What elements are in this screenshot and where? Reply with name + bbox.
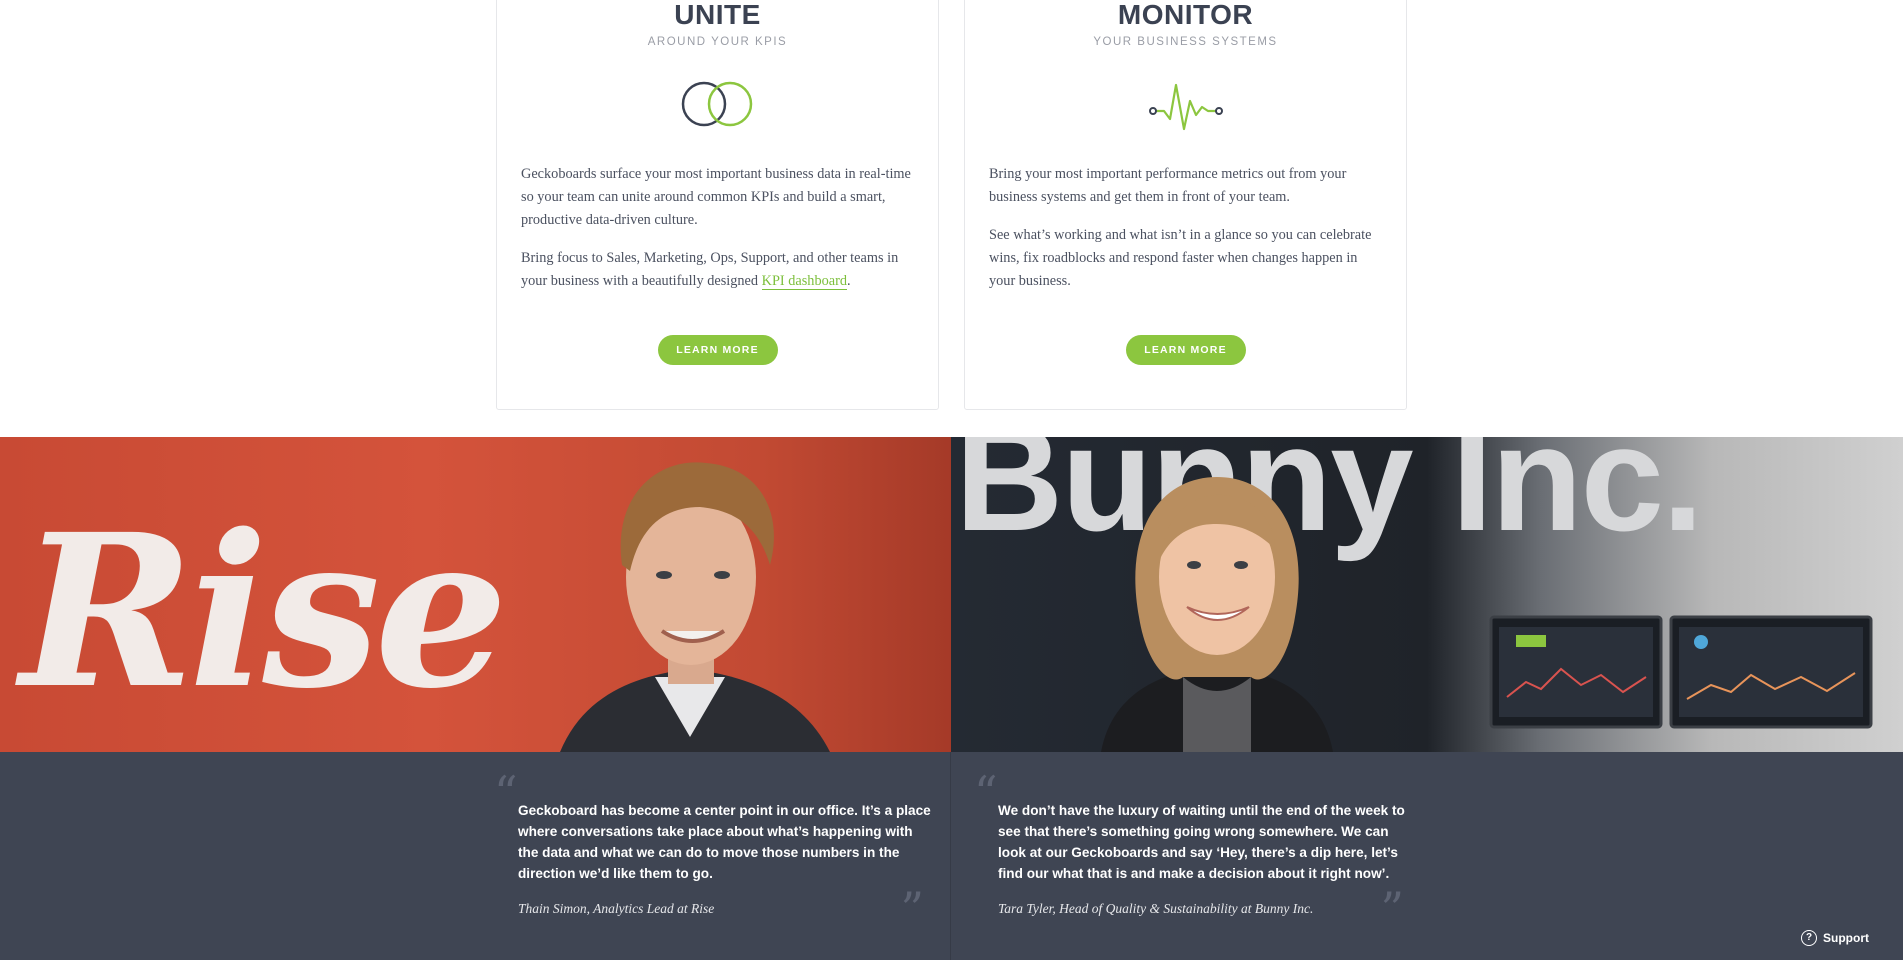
testimonial-divider — [950, 752, 951, 960]
card-subtitle: AROUND YOUR KPIS — [647, 36, 788, 48]
card-paragraph: Bring focus to Sales, Marketing, Ops, Su… — [521, 250, 899, 290]
close-quote-icon: ” — [1380, 882, 1404, 936]
photo-bunny-office: Bunny Inc. — [951, 437, 1903, 752]
linked-circles-icon — [681, 81, 752, 127]
close-quote-icon: ” — [900, 882, 924, 936]
person-photo — [560, 462, 830, 752]
testimonials-section: “ Geckoboard has become a center point i… — [0, 752, 1903, 960]
card-title: MONITOR — [1117, 0, 1254, 30]
card-paragraph: Bring your most important performance me… — [989, 166, 1347, 205]
card-paragraph: See what’s working and what isn’t in a g… — [989, 227, 1372, 289]
feature-card-unite: UNITE AROUND YOUR KPIS Geckoboards surfa… — [496, 0, 939, 410]
card-body: Bring your most important performance me… — [989, 163, 1384, 308]
testimonial-author: Tara Tyler, Head of Quality & Sustainabi… — [998, 901, 1314, 916]
open-quote-icon: “ — [494, 766, 518, 820]
support-label: Support — [1823, 931, 1869, 945]
person-photo — [1101, 477, 1873, 752]
support-button[interactable]: ? Support — [1801, 930, 1869, 946]
card-paragraph: Geckoboards surface your most important … — [521, 166, 911, 228]
feature-card-monitor: MONITOR YOUR BUSINESS SYSTEMS Bring your… — [964, 0, 1407, 410]
heartbeat-pulse-icon — [1148, 83, 1223, 131]
card-title: UNITE — [674, 0, 761, 30]
card-body: Geckoboards surface your most important … — [521, 163, 916, 308]
learn-more-button[interactable]: LEARN MORE — [657, 335, 778, 365]
question-circle-icon: ? — [1801, 930, 1817, 946]
learn-more-button[interactable]: LEARN MORE — [1125, 335, 1246, 365]
testimonial-quote: We don’t have the luxury of waiting unti… — [998, 803, 1405, 881]
open-quote-icon: “ — [974, 766, 998, 820]
testimonial-author: Thain Simon, Analytics Lead at Rise — [518, 901, 715, 916]
testimonial-quote: Geckoboard has become a center point in … — [518, 803, 931, 881]
card-subtitle: YOUR BUSINESS SYSTEMS — [1093, 36, 1278, 48]
kpi-dashboard-link[interactable]: KPI dashboard — [761, 273, 847, 290]
photo-rise-office: Rise — [0, 437, 951, 752]
